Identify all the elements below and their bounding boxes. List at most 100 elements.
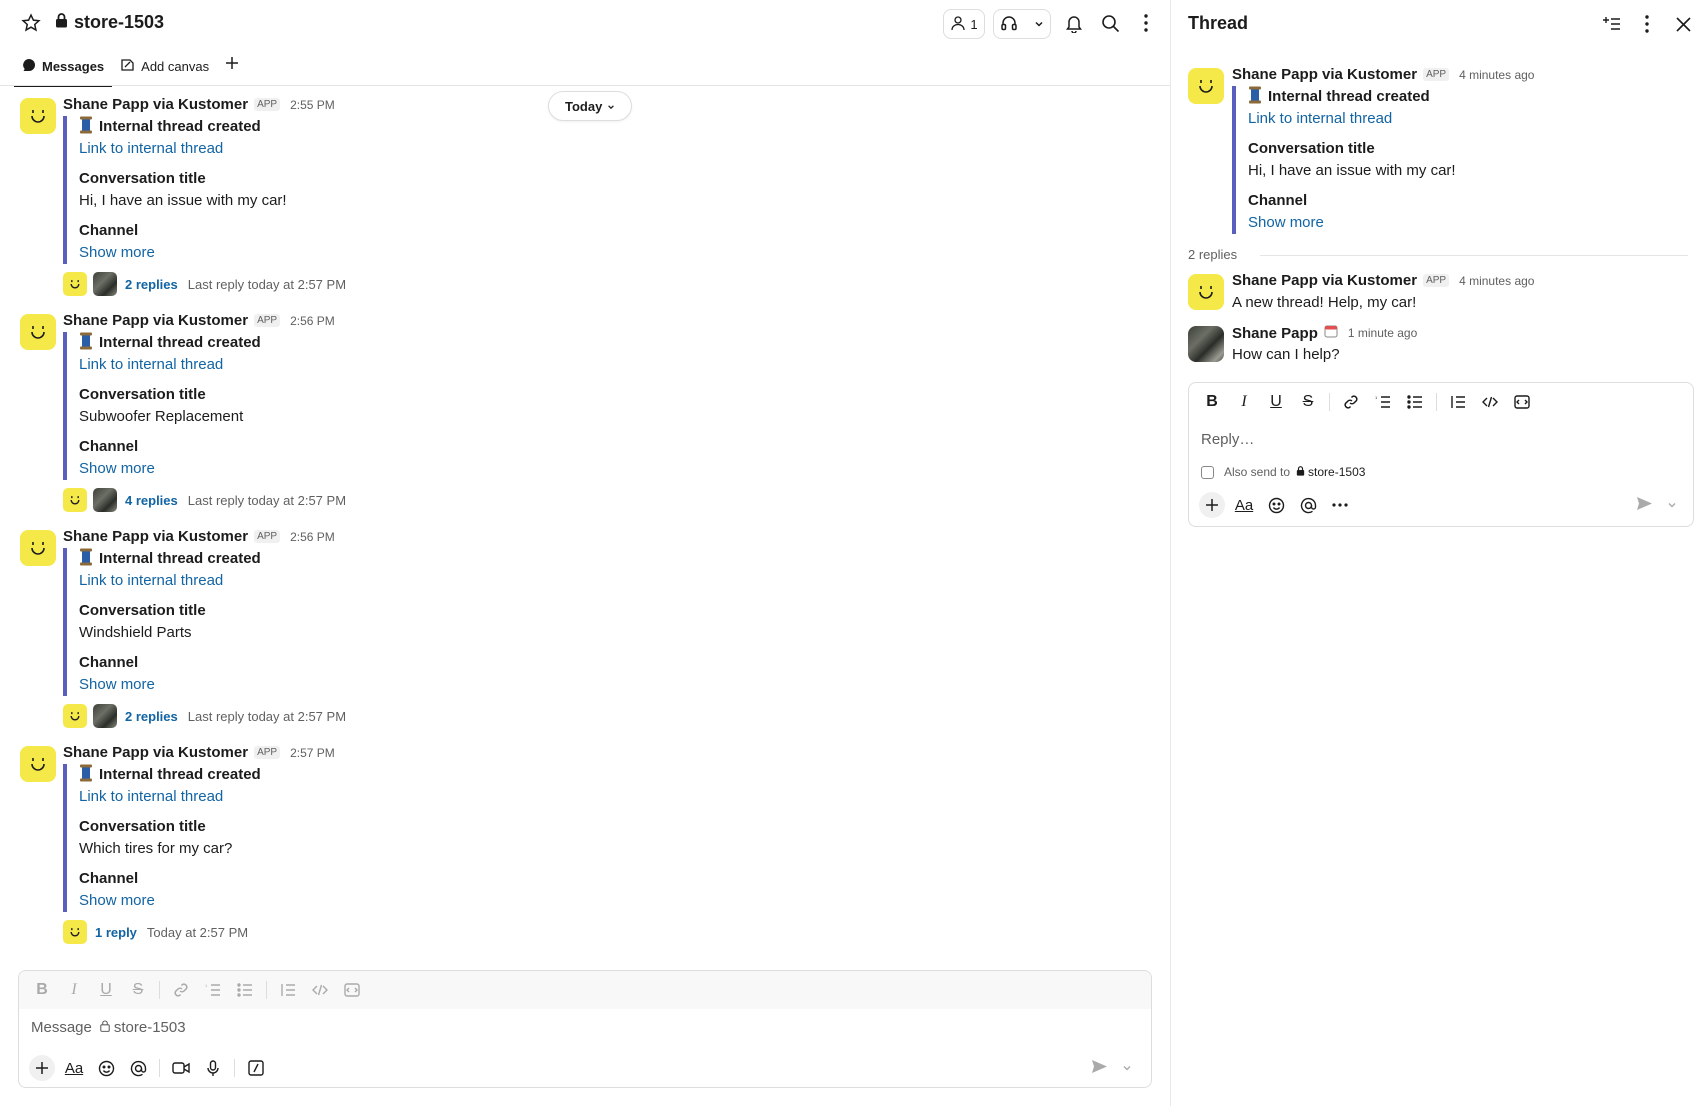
code-block-icon[interactable]: [339, 977, 365, 1003]
also-send-checkbox[interactable]: [1201, 465, 1214, 479]
send-button[interactable]: [1091, 1059, 1132, 1078]
more-vertical-icon[interactable]: [1634, 11, 1660, 37]
star-icon[interactable]: [18, 10, 44, 36]
toolbar-separator: [159, 1059, 160, 1077]
message-author[interactable]: Shane Papp via Kustomer APP 2:55 PM: [63, 96, 335, 113]
mention-icon[interactable]: [1295, 492, 1321, 518]
ordered-list-icon[interactable]: 1: [1370, 389, 1396, 415]
underline-icon[interactable]: U: [93, 977, 119, 1003]
message-author[interactable]: Shane Papp 1 minute ago: [1232, 324, 1417, 342]
thread-replies-bar[interactable]: 2 replies Last reply today at 2:57 PM: [63, 272, 346, 296]
avatar[interactable]: [1188, 68, 1224, 104]
avatar[interactable]: [1188, 326, 1224, 362]
avatar[interactable]: [20, 314, 56, 350]
message-author[interactable]: Shane Papp via Kustomer APP 2:57 PM: [63, 744, 335, 761]
bell-icon[interactable]: [1061, 10, 1087, 36]
message-time[interactable]: 2:56 PM: [290, 314, 335, 328]
chevron-down-icon[interactable]: [1034, 17, 1044, 32]
internal-thread-link[interactable]: Link to internal thread: [1248, 108, 1456, 130]
thread-replies-bar[interactable]: 2 replies Last reply today at 2:57 PM: [63, 704, 346, 728]
tab-add-canvas[interactable]: Add canvas: [112, 52, 217, 85]
emoji-icon[interactable]: [1263, 492, 1289, 518]
app-badge: APP: [254, 746, 281, 759]
chevron-down-icon[interactable]: [1667, 497, 1677, 514]
plus-icon[interactable]: [29, 1055, 55, 1081]
internal-thread-link[interactable]: Link to internal thread: [79, 570, 261, 592]
bullet-list-icon[interactable]: [1402, 389, 1428, 415]
search-icon[interactable]: [1097, 10, 1123, 36]
add-tab-button[interactable]: [217, 52, 247, 85]
members-button[interactable]: 1: [943, 9, 985, 39]
slash-command-icon[interactable]: [243, 1055, 269, 1081]
replies-link[interactable]: 4 replies: [125, 493, 178, 508]
attachment-headline: Internal thread created: [79, 764, 261, 786]
avatar[interactable]: [20, 746, 56, 782]
plus-icon[interactable]: [1199, 492, 1225, 518]
send-icon: [1636, 496, 1653, 515]
microphone-icon[interactable]: [200, 1055, 226, 1081]
formatting-toolbar: B I U S 1: [19, 971, 1151, 1009]
thread-settings-icon[interactable]: [1599, 11, 1625, 37]
strikethrough-icon[interactable]: S: [1295, 389, 1321, 415]
more-horizontal-icon[interactable]: [1327, 492, 1353, 518]
tab-messages[interactable]: Messages: [14, 52, 113, 87]
message-time[interactable]: 1 minute ago: [1348, 326, 1417, 340]
underline-icon[interactable]: U: [1263, 389, 1289, 415]
avatar[interactable]: [20, 98, 56, 134]
strikethrough-icon[interactable]: S: [125, 977, 151, 1003]
show-more-link[interactable]: Show more: [79, 242, 287, 264]
ordered-list-icon[interactable]: 1: [200, 977, 226, 1003]
internal-thread-link[interactable]: Link to internal thread: [79, 138, 287, 160]
message-time[interactable]: 4 minutes ago: [1459, 274, 1534, 288]
channel-title[interactable]: store-1503: [55, 12, 164, 33]
message-author[interactable]: Shane Papp via Kustomer APP 2:56 PM: [63, 528, 335, 545]
message-author[interactable]: Shane Papp via Kustomer APP 4 minutes ag…: [1232, 272, 1534, 289]
reply-input[interactable]: Reply…: [1201, 431, 1254, 448]
bold-icon[interactable]: B: [1199, 389, 1225, 415]
send-button[interactable]: [1636, 496, 1677, 515]
bold-icon[interactable]: B: [29, 977, 55, 1003]
video-icon[interactable]: [168, 1055, 194, 1081]
message-author[interactable]: Shane Papp via Kustomer APP 2:56 PM: [63, 312, 335, 329]
message-author[interactable]: Shane Papp via Kustomer APP 4 minutes ag…: [1232, 66, 1534, 83]
emoji-icon[interactable]: [93, 1055, 119, 1081]
blockquote-icon[interactable]: [1445, 389, 1471, 415]
code-icon[interactable]: [1477, 389, 1503, 415]
huddle-button[interactable]: [993, 9, 1051, 39]
thread-replies-bar[interactable]: 1 reply Today at 2:57 PM: [63, 920, 248, 944]
thread-replies-bar[interactable]: 4 replies Last reply today at 2:57 PM: [63, 488, 346, 512]
show-more-link[interactable]: Show more: [79, 458, 261, 480]
text-format-icon[interactable]: Aa: [61, 1055, 87, 1081]
message-time[interactable]: 4 minutes ago: [1459, 68, 1534, 82]
plus-icon: [225, 54, 239, 75]
more-vertical-icon[interactable]: [1133, 10, 1159, 36]
replies-link[interactable]: 2 replies: [125, 277, 178, 292]
replies-link[interactable]: 1 reply: [95, 925, 137, 940]
show-more-link[interactable]: Show more: [79, 890, 261, 912]
text-format-icon[interactable]: Aa: [1231, 492, 1257, 518]
message-time[interactable]: 2:56 PM: [290, 530, 335, 544]
show-more-link[interactable]: Show more: [79, 674, 261, 696]
chevron-down-icon[interactable]: [1122, 1060, 1132, 1077]
avatar[interactable]: [20, 530, 56, 566]
show-more-link[interactable]: Show more: [1248, 212, 1456, 234]
replies-link[interactable]: 2 replies: [125, 709, 178, 724]
internal-thread-link[interactable]: Link to internal thread: [79, 354, 261, 376]
close-icon[interactable]: [1670, 11, 1696, 37]
link-icon[interactable]: [1338, 389, 1364, 415]
author-name: Shane Papp via Kustomer: [1232, 272, 1418, 289]
message-time[interactable]: 2:55 PM: [290, 98, 335, 112]
link-icon[interactable]: [168, 977, 194, 1003]
message-time[interactable]: 2:57 PM: [290, 746, 335, 760]
code-icon[interactable]: [307, 977, 333, 1003]
date-divider-button[interactable]: Today: [548, 91, 633, 121]
blockquote-icon[interactable]: [275, 977, 301, 1003]
internal-thread-link[interactable]: Link to internal thread: [79, 786, 261, 808]
message-input[interactable]: Message store-1503: [31, 1019, 186, 1036]
avatar[interactable]: [1188, 274, 1224, 310]
code-block-icon[interactable]: [1509, 389, 1535, 415]
italic-icon[interactable]: I: [1231, 389, 1257, 415]
italic-icon[interactable]: I: [61, 977, 87, 1003]
bullet-list-icon[interactable]: [232, 977, 258, 1003]
mention-icon[interactable]: [125, 1055, 151, 1081]
